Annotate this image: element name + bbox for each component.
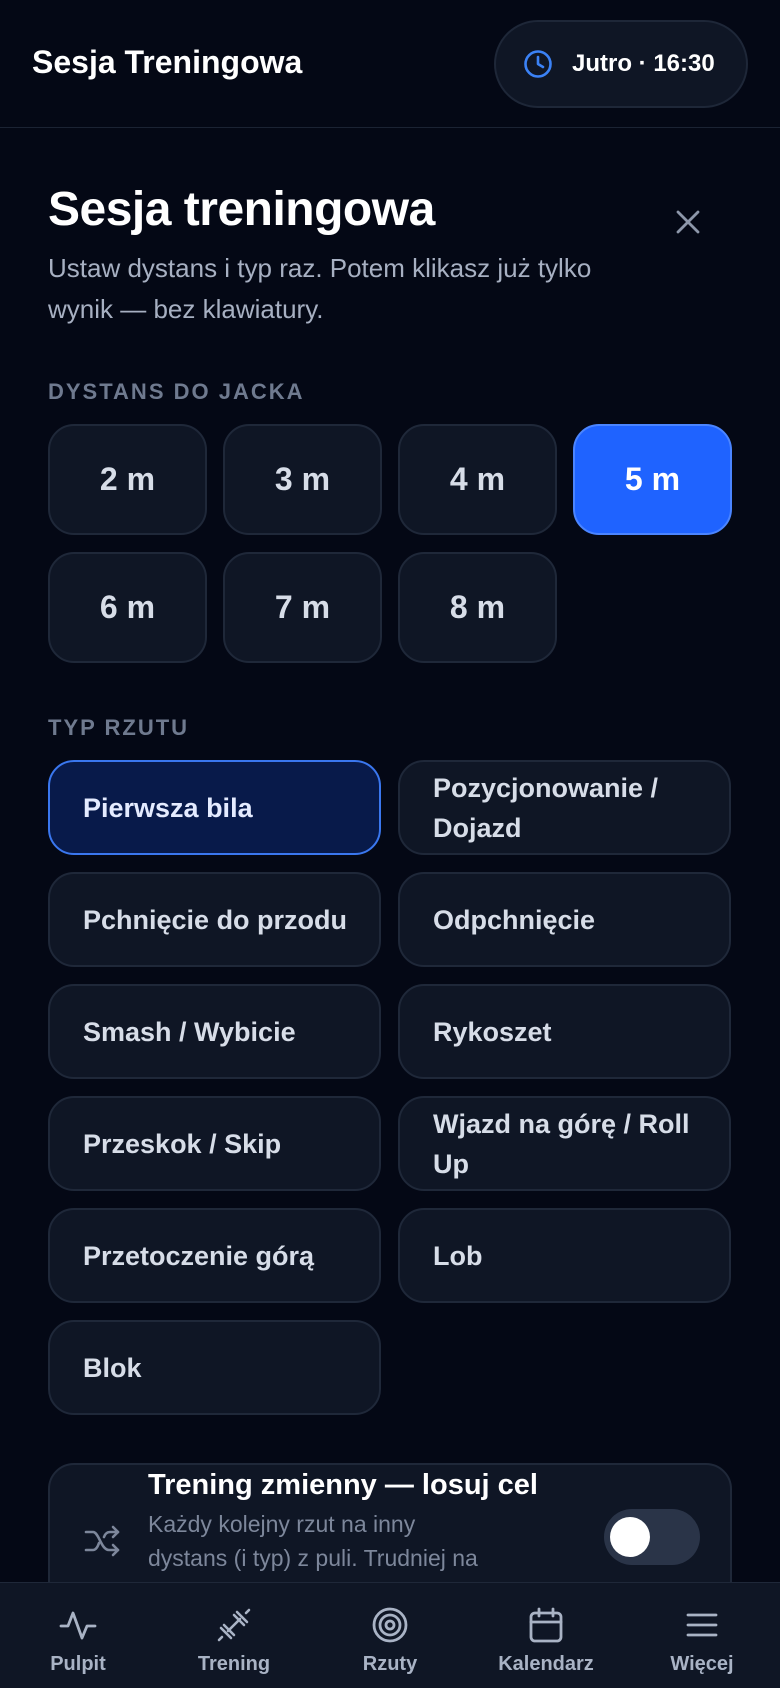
throw-type-option-rykoszet[interactable]: Rykoszet: [398, 984, 731, 1079]
clock-icon: [524, 50, 552, 78]
throw-type-option-pozycjonowanie[interactable]: Pozycjonowanie / Dojazd: [398, 760, 731, 855]
nav-item-kalendarz[interactable]: Kalendarz: [481, 1583, 611, 1688]
toggle-knob: [610, 1517, 650, 1557]
nav-item-wiecej[interactable]: Więcej: [637, 1583, 767, 1688]
session-time-label: Jutro · 16:30: [572, 50, 715, 77]
distance-option-4m[interactable]: 4 m: [398, 424, 557, 535]
distance-option-3m[interactable]: 3 m: [223, 424, 382, 535]
throw-type-option-przeskok[interactable]: Przeskok / Skip: [48, 1096, 381, 1191]
calendar-icon: [529, 1607, 563, 1643]
close-icon: [676, 210, 700, 234]
bottom-nav: Pulpit Trening Rzuty Kalendarz Więcej: [0, 1582, 780, 1688]
throw-type-option-roll-up[interactable]: Wjazd na górę / Roll Up: [398, 1096, 731, 1191]
menu-icon: [686, 1613, 718, 1637]
nav-item-pulpit[interactable]: Pulpit: [13, 1583, 143, 1688]
throw-type-option-lob[interactable]: Lob: [398, 1208, 731, 1303]
shuffle-icon: [84, 1525, 120, 1557]
distance-option-6m[interactable]: 6 m: [48, 552, 207, 663]
app-title: Sesja Treningowa: [32, 44, 303, 80]
distance-option-8m[interactable]: 8 m: [398, 552, 557, 663]
random-training-title: Trening zmienny — losuj cel: [148, 1469, 538, 1501]
nav-label-kalendarz: Kalendarz: [498, 1653, 594, 1675]
app-header: Sesja Treningowa Jutro · 16:30: [0, 0, 780, 128]
random-training-toggle[interactable]: [604, 1509, 700, 1565]
nav-item-trening[interactable]: Trening: [169, 1583, 299, 1688]
dumbbell-icon: [217, 1608, 251, 1642]
distance-section-label: DYSTANS DO JACKA: [48, 379, 305, 404]
throw-type-option-pierwsza-bila[interactable]: Pierwsza bila: [48, 760, 381, 855]
nav-label-pulpit: Pulpit: [50, 1653, 106, 1675]
throw-type-option-pchniecie[interactable]: Pchnięcie do przodu: [48, 872, 381, 967]
nav-label-wiecej: Więcej: [670, 1653, 734, 1675]
nav-item-rzuty[interactable]: Rzuty: [325, 1583, 455, 1688]
close-button[interactable]: [666, 200, 710, 244]
throw-type-option-smash[interactable]: Smash / Wybicie: [48, 984, 381, 1079]
target-icon: [372, 1607, 408, 1643]
session-time-chip[interactable]: Jutro · 16:30: [494, 20, 748, 108]
throw-type-option-odpchniecie[interactable]: Odpchnięcie: [398, 872, 731, 967]
throw-type-option-blok[interactable]: Blok: [48, 1320, 381, 1415]
throw-type-option-przetoczenie[interactable]: Przetoczenie górą: [48, 1208, 381, 1303]
activity-icon: [59, 1611, 97, 1640]
distance-option-2m[interactable]: 2 m: [48, 424, 207, 535]
panel-title: Sesja treningowa: [48, 183, 435, 236]
nav-label-trening: Trening: [197, 1653, 271, 1675]
throw-type-section-label: TYP RZUTU: [48, 715, 190, 740]
distance-option-7m[interactable]: 7 m: [223, 552, 382, 663]
panel-subtitle: Ustaw dystans i typ raz. Potem klikasz j…: [48, 253, 592, 324]
distance-option-5m[interactable]: 5 m: [573, 424, 732, 535]
nav-label-rzuty: Rzuty: [362, 1653, 418, 1675]
